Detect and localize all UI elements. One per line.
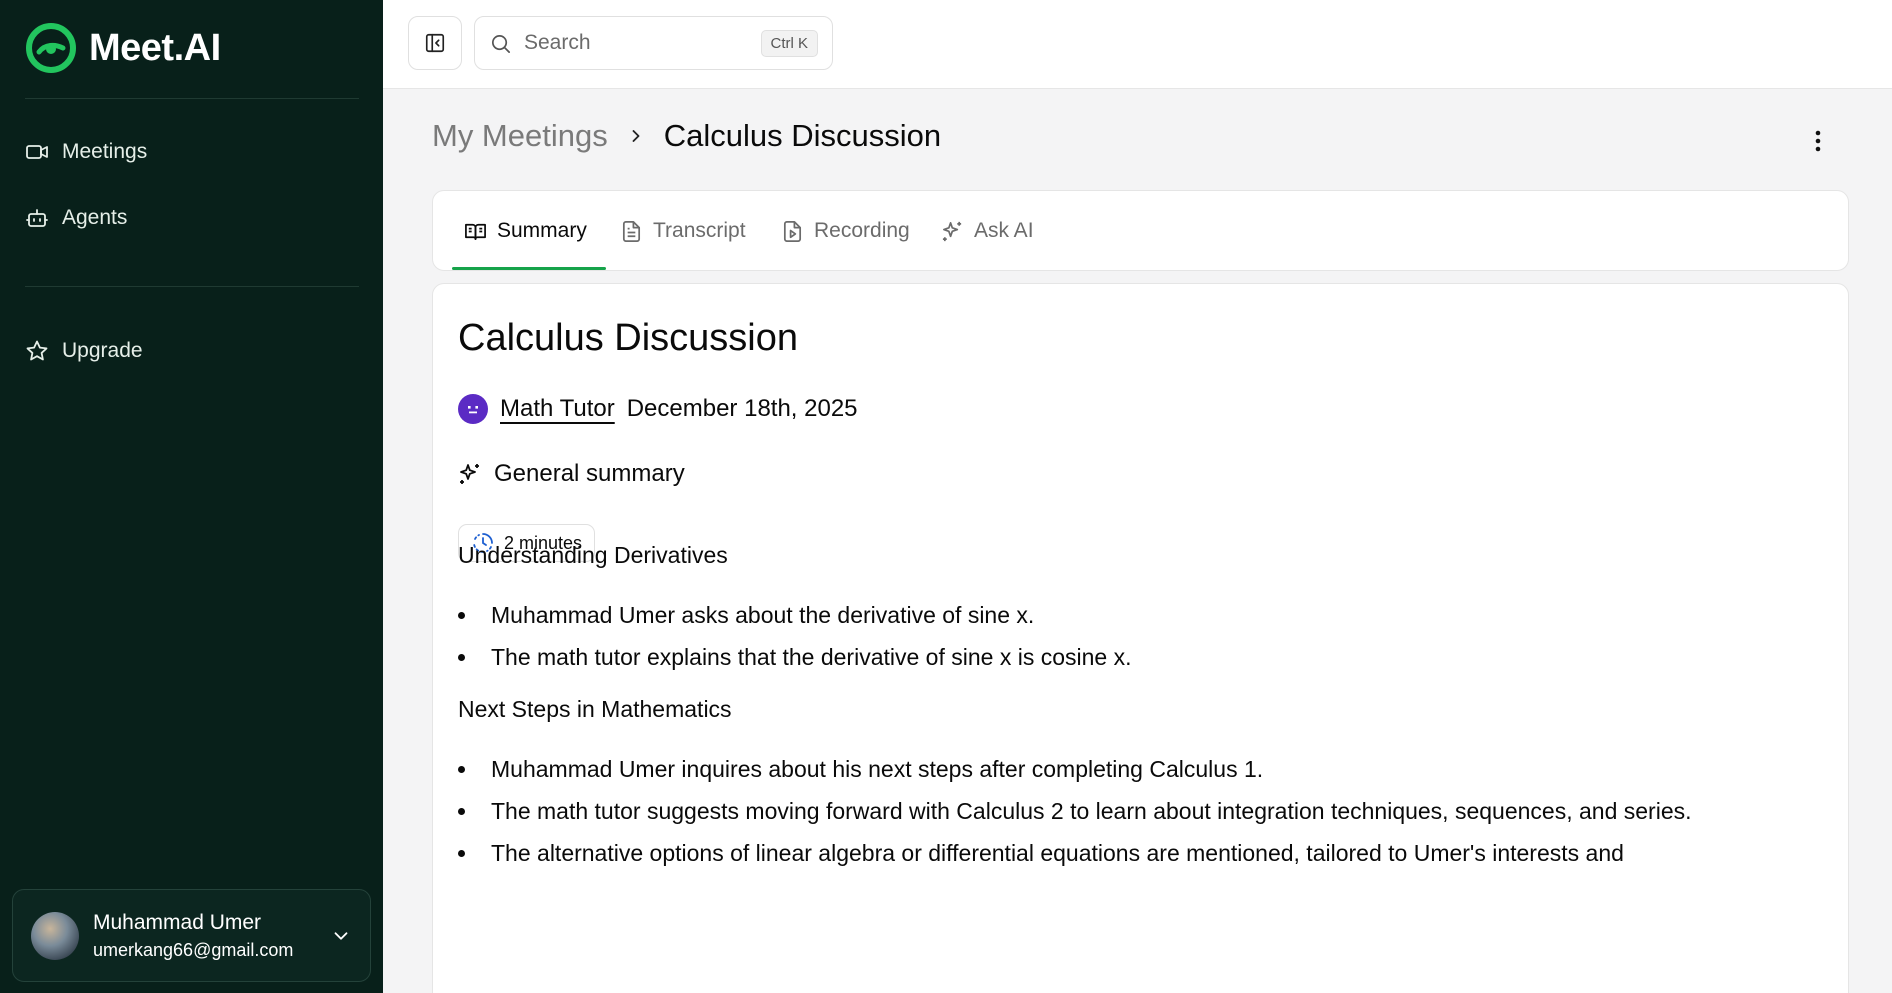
sidebar-item-label: Agents (62, 206, 128, 229)
summary-bullet-list: Muhammad Umer asks about the derivative … (458, 597, 1818, 681)
tab-label: Transcript (653, 219, 746, 242)
meeting-meta: Math Tutor December 18th, 2025 (458, 394, 858, 424)
neutral-face-icon (468, 406, 478, 414)
user-email: umerkang66@gmail.com (93, 939, 294, 960)
sidebar: Meet.AI Meetings Agents Upgrade Muhammad… (0, 0, 383, 993)
section-heading: Next Steps in Mathematics (458, 696, 732, 722)
list-item: Muhammad Umer inquires about his next st… (458, 751, 1818, 787)
summary-bullet-list: Muhammad Umer inquires about his next st… (458, 751, 1818, 877)
sidebar-toggle-button[interactable] (408, 16, 462, 70)
app-logo[interactable]: Meet.AI (25, 22, 221, 74)
user-name: Muhammad Umer (93, 910, 262, 934)
sidebar-item-agents[interactable]: Agents (25, 206, 127, 230)
sidebar-item-label: Upgrade (62, 339, 143, 362)
agent-link[interactable]: Math Tutor (500, 395, 615, 423)
logo-icon (26, 23, 76, 73)
search-placeholder: Search (524, 31, 591, 54)
agent-avatar (458, 394, 488, 424)
tab-summary[interactable]: Summary (464, 191, 587, 271)
tab-label: Recording (814, 219, 910, 242)
sidebar-item-upgrade[interactable]: Upgrade (25, 339, 143, 363)
breadcrumb: My Meetings Calculus Discussion (432, 118, 941, 154)
sidebar-divider (25, 286, 359, 287)
chevron-right-icon (626, 118, 646, 154)
search-icon (491, 34, 510, 53)
tab-label: Ask AI (974, 219, 1034, 242)
sidebar-divider (25, 98, 359, 99)
file-text-icon (622, 220, 641, 242)
sidebar-item-meetings[interactable]: Meetings (25, 140, 147, 164)
tab-ask-ai[interactable]: Ask AI (941, 191, 1034, 271)
sparkles-icon (942, 221, 962, 241)
tabs-bar: Summary Transcript Recording Ask AI (432, 190, 1849, 271)
list-item: The alternative options of linear algebr… (458, 835, 1818, 871)
search-shortcut: Ctrl K (760, 29, 818, 57)
sparkles-icon (460, 464, 479, 484)
chevron-down-icon (334, 931, 348, 940)
search-input[interactable]: Search Ctrl K (474, 16, 833, 70)
tab-transcript[interactable]: Transcript (620, 191, 746, 271)
more-vertical-icon (1815, 130, 1821, 152)
section-heading: Understanding Derivatives (458, 542, 728, 568)
video-icon (26, 145, 48, 159)
more-options-button[interactable] (1806, 124, 1830, 158)
panel-left-close-icon (425, 33, 445, 53)
general-summary-heading: General summary (458, 460, 685, 488)
breadcrumb-current[interactable]: Calculus Discussion (664, 118, 941, 154)
breadcrumb-my-meetings[interactable]: My Meetings (432, 118, 608, 154)
star-icon (26, 340, 48, 361)
avatar (31, 911, 79, 960)
bot-icon (26, 209, 48, 227)
app-name: Meet.AI (89, 26, 221, 69)
list-item: The math tutor suggests moving forward w… (458, 793, 1818, 829)
topbar: Search Ctrl K (383, 0, 1892, 89)
book-open-icon (465, 223, 486, 240)
file-video-icon (783, 220, 802, 242)
active-tab-indicator (452, 267, 606, 270)
user-menu-button[interactable]: Muhammad Umer umerkang66@gmail.com (12, 889, 371, 982)
meeting-title: Calculus Discussion (458, 317, 799, 359)
list-item: Muhammad Umer asks about the derivative … (458, 597, 1818, 633)
list-item: The math tutor explains that the derivat… (458, 639, 1818, 675)
summary-panel: Calculus Discussion Math Tutor December … (432, 283, 1849, 993)
sidebar-item-label: Meetings (62, 140, 148, 163)
tab-recording[interactable]: Recording (781, 191, 910, 271)
tab-label: Summary (497, 219, 587, 242)
summary-heading-text: General summary (494, 460, 685, 487)
meeting-date: December 18th, 2025 (626, 395, 858, 422)
